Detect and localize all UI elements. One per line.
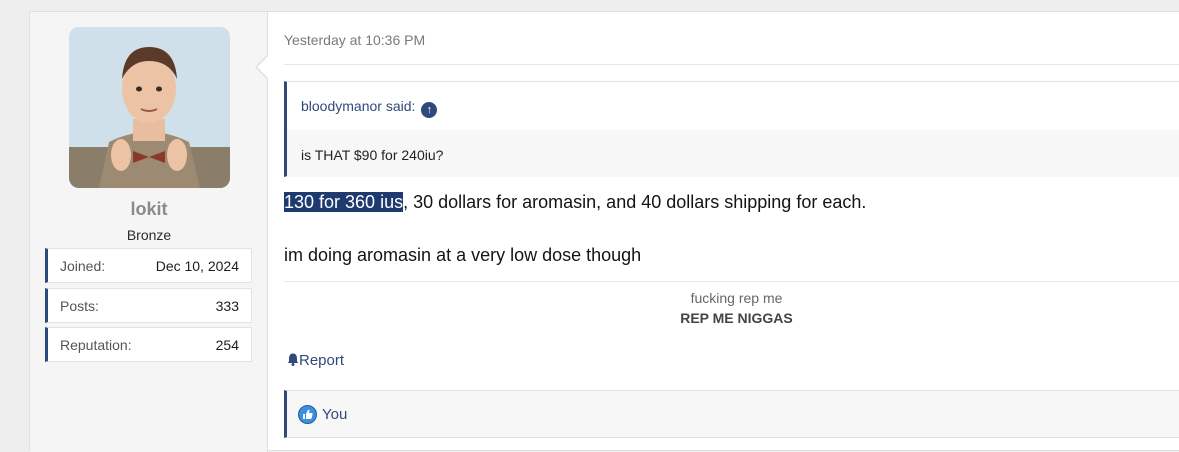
user-title: Bronze bbox=[126, 227, 172, 243]
selected-text: 130 for 360 ius bbox=[284, 192, 404, 212]
signature-line-2: REP ME NIGGAS bbox=[680, 310, 793, 326]
bell-icon bbox=[287, 353, 299, 366]
quote-text: is THAT $90 for 240iu? bbox=[301, 147, 444, 163]
post-container: lokit Bronze Joined: Dec 10, 2024 Posts:… bbox=[29, 11, 1179, 452]
stat-posts: Posts: 333 bbox=[45, 288, 252, 323]
stat-label: Reputation: bbox=[60, 337, 132, 353]
stat-label: Posts: bbox=[60, 298, 99, 314]
stat-label: Joined: bbox=[60, 258, 106, 274]
quote-body: is THAT $90 for 240iu? bbox=[287, 130, 1179, 177]
message-text: , 30 dollars for aromasin, and 40 dollar… bbox=[403, 192, 867, 212]
quote-author-link[interactable]: bloodymanor said: ↑ bbox=[301, 98, 438, 118]
post-pointer-arrow bbox=[255, 54, 269, 80]
message-line-1: 130 for 360 ius, 30 dollars for aromasin… bbox=[284, 192, 866, 213]
stat-value: Dec 10, 2024 bbox=[155, 258, 239, 274]
message-line-2: im doing aromasin at a very low dose tho… bbox=[284, 245, 642, 265]
post-date[interactable]: Yesterday at 10:36 PM bbox=[284, 32, 425, 48]
likes-bar: You bbox=[284, 390, 1179, 438]
signature-line-1: fucking rep me bbox=[690, 290, 783, 306]
arrow-up-circle-icon[interactable]: ↑ bbox=[421, 102, 438, 118]
post-main: Yesterday at 10:36 PM bloodymanor said: ↑… bbox=[284, 12, 1179, 452]
username[interactable]: lokit bbox=[30, 199, 268, 220]
quote-author-label: bloodymanor said: bbox=[301, 98, 416, 114]
report-button[interactable]: Report bbox=[287, 352, 344, 369]
stat-joined: Joined: Dec 10, 2024 bbox=[45, 248, 252, 283]
avatar-image bbox=[69, 27, 230, 188]
divider bbox=[284, 281, 1179, 282]
divider bbox=[284, 64, 1179, 65]
stat-value: 254 bbox=[215, 337, 239, 353]
thumbs-up-icon bbox=[298, 405, 317, 424]
likes-link[interactable]: You bbox=[322, 406, 347, 423]
quote-header: bloodymanor said: ↑ bbox=[287, 82, 1179, 130]
stat-value: 333 bbox=[215, 298, 239, 314]
avatar[interactable] bbox=[69, 27, 230, 188]
quote-block: bloodymanor said: ↑ is THAT $90 for 240iu… bbox=[284, 81, 1179, 177]
user-sidebar: lokit Bronze Joined: Dec 10, 2024 Posts:… bbox=[30, 12, 268, 452]
stat-reputation: Reputation: 254 bbox=[45, 327, 252, 362]
report-label: Report bbox=[299, 352, 345, 369]
